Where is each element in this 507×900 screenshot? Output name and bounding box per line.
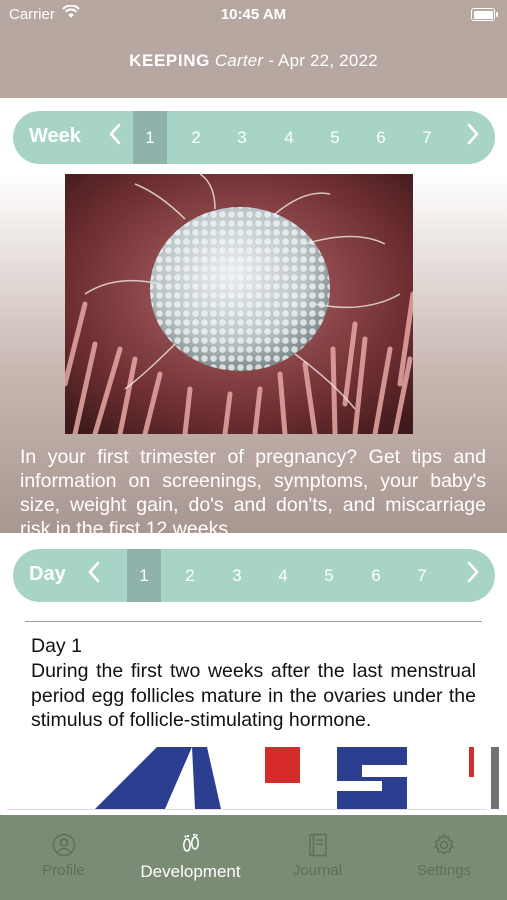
day-content: Day 1 During the first two weeks after t… bbox=[0, 604, 507, 747]
tab-profile[interactable]: Profile bbox=[0, 815, 127, 900]
title-date: Apr 22, 2022 bbox=[278, 51, 378, 70]
day-item-3[interactable]: 3 bbox=[220, 549, 254, 602]
day-next-chevron-icon[interactable] bbox=[467, 561, 479, 590]
divider bbox=[25, 621, 482, 622]
week-description: In your first trimester of pregnancy? Ge… bbox=[20, 446, 486, 533]
gear-icon bbox=[432, 833, 456, 861]
day-selector: Day 1 2 3 4 5 6 7 bbox=[13, 549, 495, 602]
day-item-6[interactable]: 6 bbox=[359, 549, 393, 602]
day-label: Day bbox=[29, 563, 66, 585]
day-description: During the first two weeks after the las… bbox=[31, 660, 476, 731]
footprints-icon bbox=[179, 833, 203, 862]
tab-development[interactable]: Development bbox=[127, 815, 254, 900]
day-item-2[interactable]: 2 bbox=[173, 549, 207, 602]
day-item-4[interactable]: 4 bbox=[266, 549, 300, 602]
week-item-4[interactable]: 4 bbox=[272, 111, 306, 164]
week-prev-chevron-icon[interactable] bbox=[109, 123, 121, 152]
ad-banner[interactable] bbox=[0, 747, 507, 815]
title-name: Carter bbox=[214, 51, 264, 70]
week-item-3[interactable]: 3 bbox=[225, 111, 259, 164]
week-selector: Week 1 2 3 4 5 6 7 bbox=[13, 111, 495, 164]
ad-image[interactable] bbox=[7, 747, 487, 810]
tab-development-label: Development bbox=[140, 862, 241, 881]
page-title: KEEPING Carter - Apr 22, 2022 bbox=[0, 51, 507, 71]
day-item-5[interactable]: 5 bbox=[312, 549, 346, 602]
ad-side-strip bbox=[491, 747, 499, 809]
app-header: Carrier 10:45 AM KEEPING Carter - Apr 22… bbox=[0, 0, 507, 98]
day-title: Day 1 bbox=[31, 635, 82, 657]
title-separator: - bbox=[263, 51, 279, 70]
week-next-chevron-icon[interactable] bbox=[467, 123, 479, 152]
week-item-1[interactable]: 1 bbox=[133, 111, 167, 164]
tab-profile-label: Profile bbox=[42, 862, 85, 879]
tab-bar: Profile Development Journal Settings bbox=[0, 815, 507, 900]
tab-journal-label: Journal bbox=[292, 862, 343, 879]
status-bar: Carrier 10:45 AM bbox=[0, 0, 507, 28]
title-keyword: KEEPING bbox=[129, 51, 210, 70]
week-content: In your first trimester of pregnancy? Ge… bbox=[0, 173, 507, 533]
day-item-1[interactable]: 1 bbox=[127, 549, 161, 602]
day-prev-chevron-icon[interactable] bbox=[88, 561, 100, 590]
week-item-2[interactable]: 2 bbox=[179, 111, 213, 164]
clock: 10:45 AM bbox=[220, 6, 287, 23]
tab-settings[interactable]: Settings bbox=[381, 815, 507, 900]
journal-icon bbox=[307, 833, 329, 861]
week-item-5[interactable]: 5 bbox=[318, 111, 352, 164]
embryo-illustration bbox=[65, 174, 413, 434]
week-label: Week bbox=[29, 125, 81, 147]
day-item-7[interactable]: 7 bbox=[405, 549, 439, 602]
week-item-6[interactable]: 6 bbox=[364, 111, 398, 164]
person-icon bbox=[52, 833, 76, 861]
battery-icon bbox=[471, 8, 498, 21]
tab-settings-label: Settings bbox=[416, 862, 472, 879]
week-item-7[interactable]: 7 bbox=[410, 111, 444, 164]
tab-journal[interactable]: Journal bbox=[254, 815, 381, 900]
